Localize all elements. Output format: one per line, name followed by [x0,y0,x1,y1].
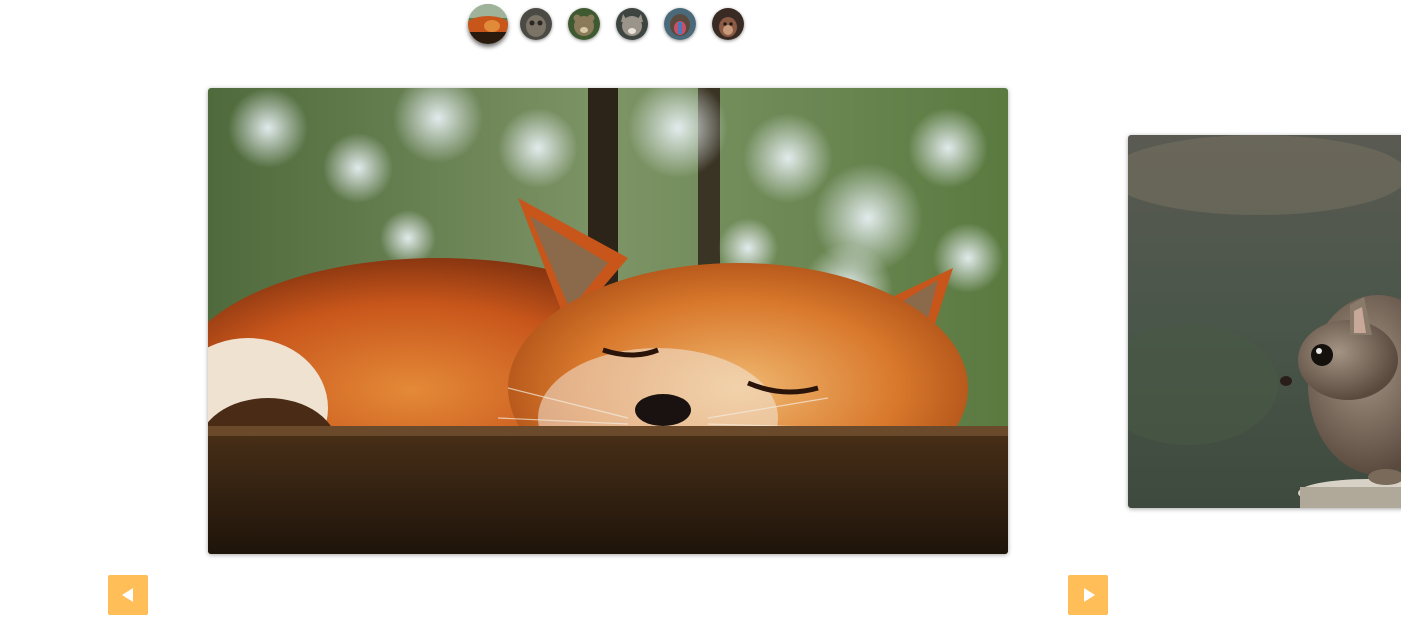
carousel [0,0,1401,622]
thumbnail-wolf[interactable] [616,8,648,40]
thumbnail-bear[interactable] [568,8,600,40]
triangle-right-icon [1083,588,1095,602]
thumbnail-owl[interactable] [520,8,552,40]
next-button[interactable] [1068,575,1108,615]
prev-button[interactable] [108,575,148,615]
thumbnail-squirrel[interactable] [712,8,744,40]
fox-photo [208,88,1008,554]
thumbnail-fox[interactable] [468,4,508,44]
slide-next-squirrel[interactable] [1128,135,1401,508]
triangle-left-icon [121,588,133,602]
thumbnail-monkey[interactable] [664,8,696,40]
thumbnail-strip [468,4,768,44]
squirrel-photo [1128,135,1401,508]
slide-current-fox [208,88,1008,554]
